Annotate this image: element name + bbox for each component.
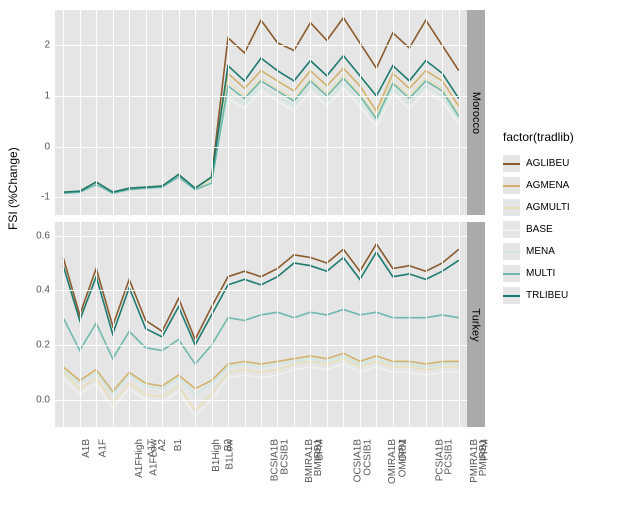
x-tick-label: OCSIB1 [363,439,374,476]
legend-key [503,177,520,194]
x-tick-label: A2 [157,439,168,451]
panel-turkey [55,222,467,427]
panel-morocco [55,10,467,215]
legend-label: MENA [526,246,555,257]
x-tick-label: A1FHigh [134,439,145,478]
y-tick-label: -1 [20,192,50,203]
legend-label: AGMULTI [526,202,570,213]
legend-label: AGMENA [526,180,569,191]
legend: factor(tradlib) AGLIBEU AGMENA AGMULTI BASE… [503,130,623,306]
x-tick-label: B2 [223,439,234,451]
x-tick-label: A1B [81,439,92,458]
legend-item: MENA [503,240,623,262]
x-tick-label: B1 [173,439,184,451]
legend-key [503,221,520,238]
legend-key [503,199,520,216]
legend-key [503,287,520,304]
x-tick-label: A1F [97,439,108,457]
y-tick-label: 1 [20,91,50,102]
x-tick-label: A1T [147,439,158,457]
x-tick-label: BCSIB1 [279,439,290,475]
chart-container: FSI (%Change) Morocco Turkey -10120.00.2… [0,0,631,532]
y-tick-label: 0.2 [20,340,50,351]
y-tick-label: 0.0 [20,394,50,405]
legend-item: TRLIBEU [503,284,623,306]
legend-item: MULTI [503,262,623,284]
x-tick-label: BPM [315,439,326,461]
y-tick-label: 0.6 [20,230,50,241]
strip-turkey: Turkey [467,222,485,427]
legend-label: AGLIBEU [526,158,569,169]
legend-item: AGLIBEU [503,152,623,174]
legend-label: TRLIBEU [526,290,568,301]
x-tick-label: B1High [210,439,221,472]
x-tick-label: OPM [398,439,409,462]
y-tick-label: 2 [20,40,50,51]
y-axis-title: FSI (%Change) [6,147,20,230]
x-tick-label: PCSIB1 [444,439,455,475]
legend-label: MULTI [526,268,555,279]
legend-key [503,243,520,260]
legend-key [503,155,520,172]
y-tick-label: 0 [20,141,50,152]
legend-title: factor(tradlib) [503,130,623,144]
x-tick-label: PPM [479,439,490,461]
legend-key [503,265,520,282]
legend-item: BASE [503,218,623,240]
plot-area: Morocco Turkey -10120.00.20.40.6A1BA1FA1… [55,10,490,430]
legend-label: BASE [526,224,553,235]
strip-label: Morocco [470,91,482,133]
strip-label: Turkey [470,308,482,341]
y-tick-label: 0.4 [20,285,50,296]
legend-item: AGMULTI [503,196,623,218]
strip-morocco: Morocco [467,10,485,215]
legend-item: AGMENA [503,174,623,196]
